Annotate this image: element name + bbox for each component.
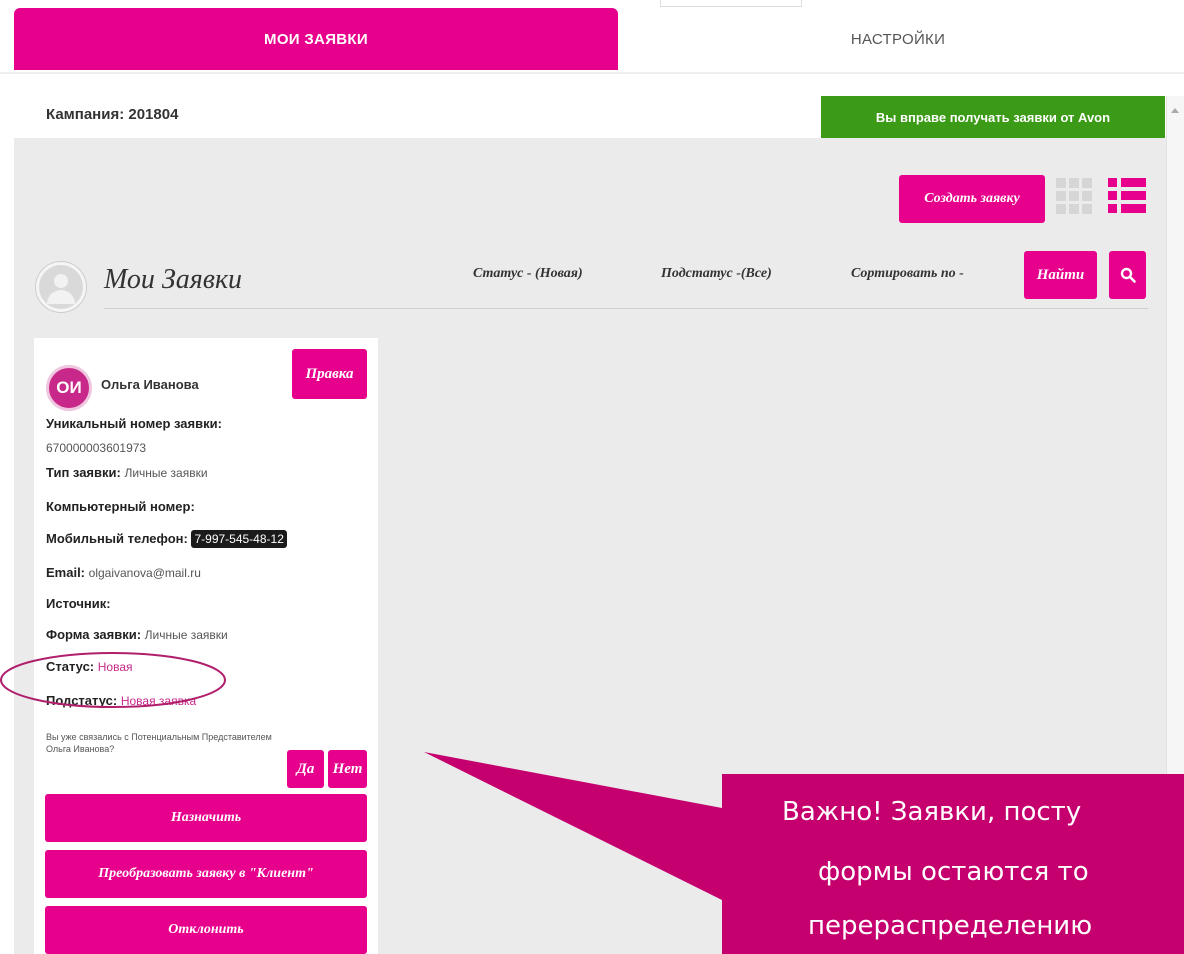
tabs-divider bbox=[0, 72, 1184, 74]
edit-button[interactable]: Правка bbox=[292, 349, 367, 399]
substatus-value: Новая заявка bbox=[120, 694, 197, 708]
computer-number-field: Компьютерный номер: bbox=[46, 499, 195, 514]
status-field: Статус: Новая bbox=[46, 659, 133, 674]
convert-to-client-button[interactable]: Преобразовать заявку в "Клиент" bbox=[45, 850, 367, 898]
banner-line-3: перераспределению bbox=[808, 911, 1093, 941]
unique-number-value: 670000003601973 bbox=[46, 441, 147, 455]
search-button[interactable] bbox=[1109, 251, 1146, 299]
form-value: Личные заявки bbox=[144, 628, 228, 642]
avon-eligibility-badge: Вы вправе получать заявки от Avon bbox=[821, 96, 1165, 138]
source-field: Источник: bbox=[46, 596, 111, 611]
assign-button[interactable]: Назначить bbox=[45, 794, 367, 842]
request-type-field: Тип заявки: Личные заявки bbox=[46, 465, 208, 480]
mobile-phone-value[interactable]: 7-997-545-48-12 bbox=[191, 530, 287, 548]
contact-question: Вы уже связались с Потенциальным Предста… bbox=[46, 732, 272, 754]
top-strip bbox=[660, 0, 802, 7]
person-name: Ольга Иванова bbox=[101, 377, 199, 392]
email-field: Email: olgaivanova@mail.ru bbox=[46, 565, 201, 580]
find-button[interactable]: Найти bbox=[1024, 251, 1097, 299]
banner-line-2: формы остаются то bbox=[818, 857, 1089, 887]
status-filter-dropdown[interactable]: Статус - (Новая) bbox=[473, 266, 583, 282]
tab-settings[interactable]: НАСТРОЙКИ bbox=[618, 8, 1178, 70]
form-field: Форма заявки: Личные заявки bbox=[46, 627, 228, 642]
campaign-label: Кампания: 201804 bbox=[46, 106, 179, 123]
user-avatar-icon bbox=[36, 262, 86, 312]
yes-button[interactable]: Да bbox=[287, 750, 324, 788]
list-view-icon[interactable] bbox=[1108, 178, 1146, 214]
grid-view-icon[interactable] bbox=[1056, 178, 1092, 214]
create-request-button[interactable]: Создать заявку bbox=[899, 175, 1045, 223]
search-icon bbox=[1120, 267, 1136, 283]
page-title: Мои Заявки bbox=[104, 264, 243, 295]
substatus-field: Подстатус: Новая заявка bbox=[46, 693, 197, 708]
initials-avatar: ОИ bbox=[46, 365, 92, 411]
substatus-filter-dropdown[interactable]: Подстатус -(Все) bbox=[661, 266, 772, 282]
tab-my-requests[interactable]: МОИ ЗАЯВКИ bbox=[14, 8, 618, 70]
request-type-value: Личные заявки bbox=[124, 466, 208, 480]
sort-dropdown[interactable]: Сортировать по - bbox=[851, 266, 964, 282]
decline-button[interactable]: Отклонить bbox=[45, 906, 367, 954]
heading-divider bbox=[104, 308, 1148, 309]
mobile-phone-field: Мобильный телефон: 7-997-545-48-12 bbox=[46, 530, 287, 548]
no-button[interactable]: Нет bbox=[328, 750, 367, 788]
status-value: Новая bbox=[97, 660, 133, 674]
scroll-up-arrow-icon[interactable] bbox=[1171, 108, 1179, 113]
banner-line-1: Важно! Заявки, посту bbox=[782, 797, 1082, 827]
unique-number-label: Уникальный номер заявки: bbox=[46, 416, 222, 431]
email-value[interactable]: olgaivanova@mail.ru bbox=[89, 566, 201, 580]
